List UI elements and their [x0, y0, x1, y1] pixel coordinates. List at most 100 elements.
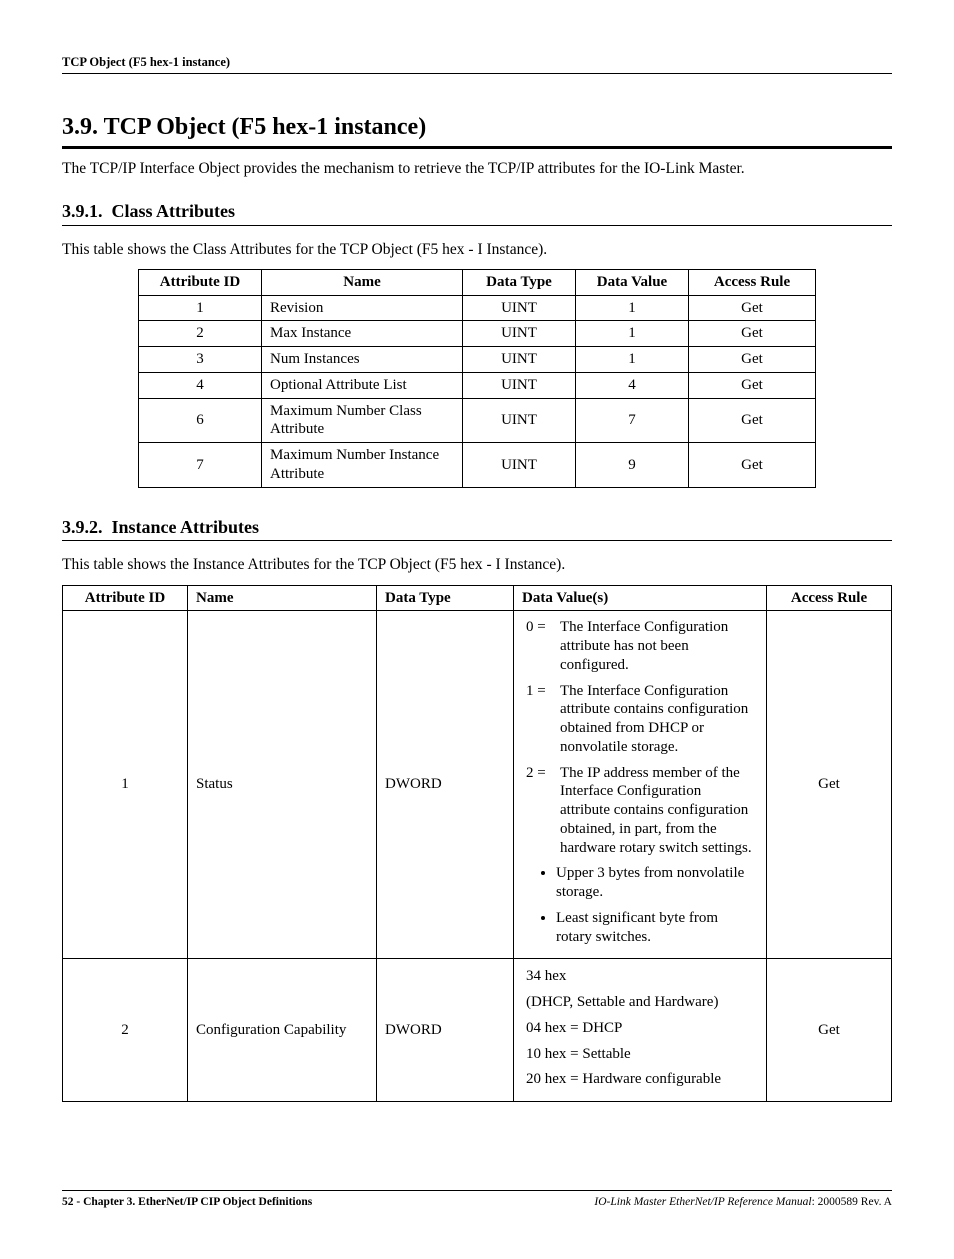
table-row: 6Maximum Number Class AttributeUINT7Get — [139, 398, 816, 443]
col-attribute-id: Attribute ID — [139, 269, 262, 295]
table-cell: 1 — [576, 347, 689, 373]
table-row: 4Optional Attribute ListUINT4Get — [139, 372, 816, 398]
footer-chapter: Chapter 3. EtherNet/IP CIP Object Defini… — [83, 1196, 312, 1208]
table-cell: UINT — [463, 372, 576, 398]
table-row: 7Maximum Number Instance AttributeUINT9G… — [139, 443, 816, 488]
col-data-value: Data Value — [576, 269, 689, 295]
table-cell: UINT — [463, 295, 576, 321]
data-value-line: 20 hex = Hardware configurable — [526, 1070, 754, 1089]
section-number: 3.9. — [62, 114, 98, 140]
table-cell: Get — [689, 443, 816, 488]
col-name: Name — [262, 269, 463, 295]
section-title-text: TCP Object (F5 hex-1 instance) — [104, 114, 427, 140]
data-value-item: 2 =The IP address member of the Interfac… — [526, 764, 754, 858]
table-cell: Num Instances — [262, 347, 463, 373]
data-value-item: 1 =The Interface Configuration attribute… — [526, 682, 754, 757]
table-cell: 4 — [576, 372, 689, 398]
class-attr-intro: This table shows the Class Attributes fo… — [62, 240, 892, 259]
data-value-key: 0 = — [526, 618, 560, 674]
table-cell: Configuration Capability — [188, 959, 377, 1102]
data-value-key: 1 = — [526, 682, 560, 757]
table-cell: Max Instance — [262, 321, 463, 347]
table-cell: DWORD — [377, 959, 514, 1102]
table-cell: UINT — [463, 321, 576, 347]
footer-right: IO-Link Master EtherNet/IP Reference Man… — [594, 1195, 892, 1209]
col-access-rule: Access Rule — [689, 269, 816, 295]
table-cell: Maximum Number Instance Attribute — [262, 443, 463, 488]
page-footer: 52 - Chapter 3. EtherNet/IP CIP Object D… — [62, 1190, 892, 1209]
table-cell: UINT — [463, 443, 576, 488]
table-cell: Revision — [262, 295, 463, 321]
col-name: Name — [188, 585, 377, 611]
data-value-text: The Interface Configuration attribute co… — [560, 682, 754, 757]
table-cell: Optional Attribute List — [262, 372, 463, 398]
table-header-row: Attribute ID Name Data Type Data Value A… — [139, 269, 816, 295]
footer-doc-rev: : 2000589 Rev. A — [812, 1196, 892, 1208]
footer-page-number: 52 - — [62, 1196, 80, 1208]
table-cell: 9 — [576, 443, 689, 488]
data-value-line: (DHCP, Settable and Hardware) — [526, 993, 754, 1012]
footer-doc-title: IO-Link Master EtherNet/IP Reference Man… — [594, 1196, 811, 1208]
table-cell: 2 — [139, 321, 262, 347]
table-cell: 7 — [576, 398, 689, 443]
data-value-line: 04 hex = DHCP — [526, 1019, 754, 1038]
subsection-number: 3.9.2. — [62, 517, 103, 537]
data-value-line: 10 hex = Settable — [526, 1045, 754, 1064]
list-item: Least significant byte from rotary switc… — [556, 909, 754, 947]
table-cell: 7 — [139, 443, 262, 488]
table-cell: UINT — [463, 398, 576, 443]
table-cell: Get — [767, 959, 892, 1102]
section-heading: 3.9. TCP Object (F5 hex-1 instance) — [62, 112, 892, 142]
subsection-number: 3.9.1. — [62, 201, 103, 221]
col-attribute-id: Attribute ID — [63, 585, 188, 611]
col-access-rule: Access Rule — [767, 585, 892, 611]
table-cell: Get — [689, 372, 816, 398]
table-cell: Status — [188, 611, 377, 959]
subsection-rule — [62, 225, 892, 226]
table-header-row: Attribute ID Name Data Type Data Value(s… — [63, 585, 892, 611]
data-value-bullets: Upper 3 bytes from nonvolatile storage. L… — [556, 864, 754, 946]
instance-attr-intro: This table shows the Instance Attributes… — [62, 555, 892, 574]
footer-left: 52 - Chapter 3. EtherNet/IP CIP Object D… — [62, 1195, 312, 1209]
table-cell: 34 hex (DHCP, Settable and Hardware) 04 he… — [514, 959, 767, 1102]
table-cell: 0 =The Interface Configuration attribute… — [514, 611, 767, 959]
col-data-type: Data Type — [377, 585, 514, 611]
data-value-line: 34 hex — [526, 967, 754, 986]
data-value-item: 0 =The Interface Configuration attribute… — [526, 618, 754, 674]
data-value-text: The IP address member of the Interface C… — [560, 764, 754, 858]
subsection-title: Instance Attributes — [112, 517, 260, 537]
table-cell: Get — [689, 321, 816, 347]
table-row: 3Num InstancesUINT1Get — [139, 347, 816, 373]
table-cell: 1 — [63, 611, 188, 959]
running-header: TCP Object (F5 hex-1 instance) — [62, 55, 892, 74]
subsection-heading-class-attrs: 3.9.1. Class Attributes — [62, 200, 892, 223]
table-cell: 6 — [139, 398, 262, 443]
data-value-text: The Interface Configuration attribute ha… — [560, 618, 754, 674]
table-cell: 3 — [139, 347, 262, 373]
table-cell: Maximum Number Class Attribute — [262, 398, 463, 443]
table-row: 2Max InstanceUINT1Get — [139, 321, 816, 347]
table-cell: Get — [689, 295, 816, 321]
table-cell: 1 — [139, 295, 262, 321]
section-rule — [62, 146, 892, 149]
subsection-rule — [62, 540, 892, 541]
table-cell: Get — [689, 398, 816, 443]
section-intro: The TCP/IP Interface Object provides the… — [62, 159, 892, 178]
table-cell: 1 — [576, 295, 689, 321]
data-value-key: 2 = — [526, 764, 560, 858]
table-cell: DWORD — [377, 611, 514, 959]
list-item: Upper 3 bytes from nonvolatile storage. — [556, 864, 754, 902]
table-cell: UINT — [463, 347, 576, 373]
class-attributes-table: Attribute ID Name Data Type Data Value A… — [138, 269, 816, 488]
subsection-title: Class Attributes — [112, 201, 236, 221]
table-row: 1RevisionUINT1Get — [139, 295, 816, 321]
table-row: 2Configuration CapabilityDWORD34 hex(DHC… — [63, 959, 892, 1102]
data-value-lines: 34 hex (DHCP, Settable and Hardware) 04 he… — [526, 967, 754, 1089]
col-data-type: Data Type — [463, 269, 576, 295]
subsection-heading-instance-attrs: 3.9.2. Instance Attributes — [62, 516, 892, 539]
table-cell: Get — [767, 611, 892, 959]
col-data-values: Data Value(s) — [514, 585, 767, 611]
table-row: 1StatusDWORD0 =The Interface Configurati… — [63, 611, 892, 959]
table-cell: 1 — [576, 321, 689, 347]
table-cell: 4 — [139, 372, 262, 398]
